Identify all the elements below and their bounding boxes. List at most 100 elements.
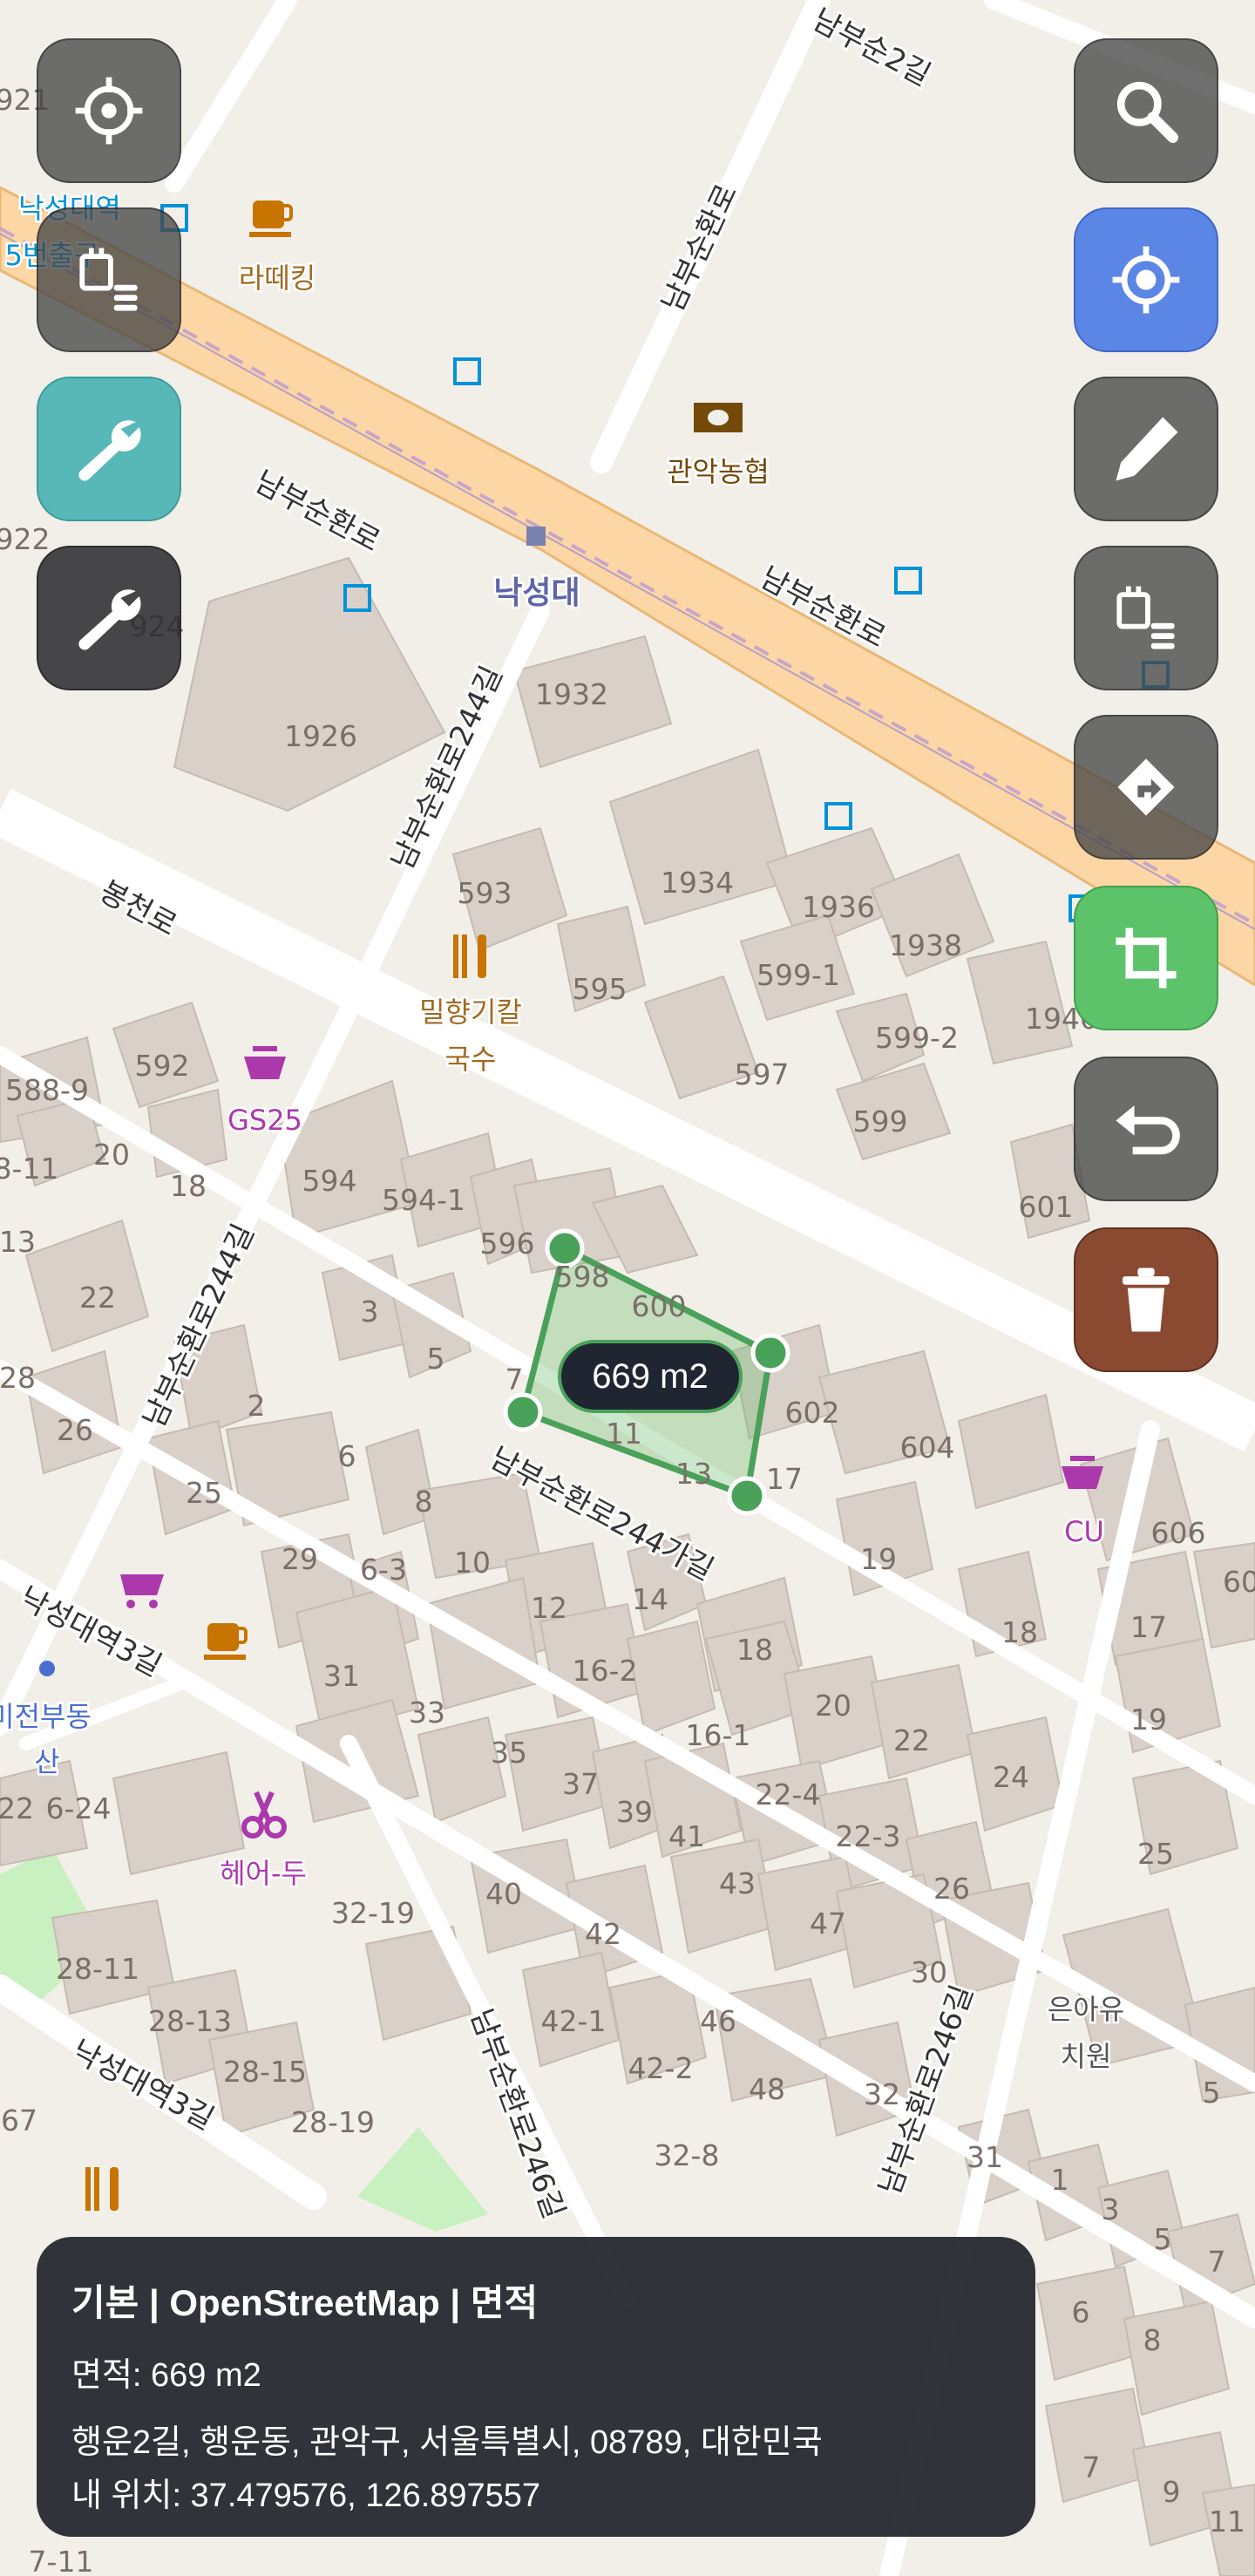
poi-label: GS25 bbox=[227, 1104, 302, 1137]
svg-text:67: 67 bbox=[1, 2104, 37, 2138]
svg-text:42-2: 42-2 bbox=[628, 2051, 694, 2085]
svg-text:5: 5 bbox=[427, 1342, 445, 1376]
svg-text:16-1: 16-1 bbox=[686, 1718, 751, 1752]
poi-label: 국수 bbox=[445, 1043, 497, 1076]
svg-text:1934: 1934 bbox=[661, 866, 734, 900]
svg-text:594-1: 594-1 bbox=[382, 1183, 465, 1217]
wrench-icon bbox=[78, 420, 141, 481]
svg-text:19: 19 bbox=[860, 1542, 897, 1576]
svg-text:22: 22 bbox=[0, 1791, 34, 1825]
svg-text:18: 18 bbox=[1001, 1615, 1038, 1649]
location-text: 내 위치: 37.479576, 126.897557 bbox=[71, 2477, 541, 2514]
svg-text:33: 33 bbox=[409, 1696, 445, 1730]
svg-text:1938: 1938 bbox=[889, 928, 962, 962]
svg-text:32-19: 32-19 bbox=[331, 1896, 415, 1930]
svg-text:20: 20 bbox=[93, 1138, 130, 1172]
svg-text:28: 28 bbox=[0, 1361, 36, 1395]
svg-text:2: 2 bbox=[248, 1389, 266, 1423]
svg-text:5: 5 bbox=[1203, 2076, 1221, 2110]
poi-label: 은아유 bbox=[1048, 1993, 1124, 2026]
svg-text:8-11: 8-11 bbox=[0, 1152, 58, 1186]
svg-text:606: 606 bbox=[1151, 1516, 1206, 1550]
svg-text:24: 24 bbox=[993, 1760, 1029, 1794]
poi-label: 헤어-두 bbox=[220, 1857, 307, 1890]
search-icon bbox=[1116, 81, 1178, 143]
svg-text:37: 37 bbox=[562, 1767, 599, 1801]
svg-text:48: 48 bbox=[749, 2072, 785, 2106]
measure-vertex[interactable] bbox=[727, 1476, 767, 1516]
map-canvas[interactable]: 남부순환로 남부순환로 봉천로 남부순환로244길 남부순환로244길 남부순환… bbox=[0, 0, 1255, 2576]
svg-text:604: 604 bbox=[900, 1431, 955, 1465]
address-text: 행운2길, 행운동, 관악구, 서울특별시, 08789, 대한민국 bbox=[71, 2424, 823, 2461]
directions-button[interactable] bbox=[1074, 715, 1218, 860]
layers-icon bbox=[1116, 586, 1175, 649]
info-title: 기본 | OpenStreetMap | 면적 bbox=[71, 2282, 539, 2323]
svg-text:588-9: 588-9 bbox=[5, 1073, 89, 1107]
svg-text:10: 10 bbox=[454, 1546, 491, 1580]
svg-text:1: 1 bbox=[1051, 2163, 1069, 2197]
trash-icon bbox=[1123, 1268, 1170, 1332]
svg-text:26: 26 bbox=[933, 1872, 970, 1906]
svg-text:28-13: 28-13 bbox=[148, 2004, 232, 2038]
wrench-icon bbox=[78, 589, 141, 650]
svg-text:30: 30 bbox=[911, 1955, 947, 1989]
svg-text:593: 593 bbox=[458, 876, 512, 910]
svg-text:7: 7 bbox=[505, 1363, 524, 1397]
direction-icon bbox=[1117, 758, 1175, 816]
svg-text:6: 6 bbox=[1072, 2295, 1090, 2329]
svg-text:595: 595 bbox=[573, 972, 628, 1006]
gps-icon bbox=[1112, 246, 1180, 314]
layers-button[interactable] bbox=[1074, 546, 1218, 690]
poi-label: CU bbox=[1064, 1515, 1104, 1548]
my-location-button[interactable] bbox=[1074, 207, 1218, 352]
svg-text:7-11: 7-11 bbox=[29, 2545, 94, 2576]
svg-text:14: 14 bbox=[632, 1582, 668, 1616]
layers-icon bbox=[79, 248, 138, 311]
svg-text:7: 7 bbox=[1208, 2245, 1226, 2279]
svg-text:16-2: 16-2 bbox=[573, 1654, 638, 1688]
svg-text:32-8: 32-8 bbox=[655, 2138, 720, 2172]
crosshair-button[interactable] bbox=[37, 38, 181, 183]
svg-text:1932: 1932 bbox=[535, 677, 608, 711]
settings-tools-button[interactable] bbox=[37, 546, 181, 690]
poi-label: 낙성대 bbox=[493, 575, 580, 611]
svg-text:40: 40 bbox=[485, 1877, 522, 1911]
tools-button[interactable] bbox=[37, 377, 181, 521]
svg-text:31: 31 bbox=[967, 2140, 1003, 2174]
svg-text:32: 32 bbox=[864, 2077, 900, 2111]
svg-text:11: 11 bbox=[1209, 2505, 1245, 2539]
svg-text:20: 20 bbox=[815, 1689, 851, 1723]
undo-button[interactable] bbox=[1074, 1057, 1218, 1201]
svg-text:28-19: 28-19 bbox=[291, 2105, 375, 2139]
crop-button[interactable] bbox=[1074, 886, 1218, 1030]
svg-text:596: 596 bbox=[480, 1227, 535, 1261]
svg-text:18: 18 bbox=[736, 1633, 773, 1667]
svg-text:6-24: 6-24 bbox=[46, 1791, 112, 1825]
svg-text:35: 35 bbox=[491, 1736, 527, 1770]
svg-text:25: 25 bbox=[1137, 1837, 1174, 1871]
svg-text:17: 17 bbox=[766, 1462, 803, 1496]
poi-label: 치원 bbox=[1061, 2040, 1112, 2073]
svg-text:22-3: 22-3 bbox=[836, 1819, 901, 1853]
station-icon bbox=[526, 527, 546, 546]
svg-text:46: 46 bbox=[700, 2004, 736, 2038]
svg-text:25: 25 bbox=[186, 1476, 222, 1510]
layers-button[interactable] bbox=[37, 207, 181, 352]
search-button[interactable] bbox=[1074, 38, 1218, 183]
measure-vertex[interactable] bbox=[503, 1392, 543, 1432]
measure-vertex[interactable] bbox=[750, 1333, 790, 1373]
svg-text:598: 598 bbox=[555, 1260, 610, 1294]
svg-text:600: 600 bbox=[632, 1289, 687, 1323]
svg-text:22-4: 22-4 bbox=[756, 1777, 821, 1811]
svg-text:42: 42 bbox=[585, 1917, 621, 1951]
poi-label: 산 bbox=[34, 1745, 59, 1778]
svg-text:594: 594 bbox=[302, 1164, 357, 1198]
svg-text:1926: 1926 bbox=[284, 719, 357, 753]
svg-text:28-11: 28-11 bbox=[56, 1952, 139, 1986]
delete-button[interactable] bbox=[1074, 1227, 1218, 1372]
svg-text:9: 9 bbox=[1163, 2475, 1181, 2509]
edit-button[interactable] bbox=[1074, 377, 1218, 521]
svg-text:6-3: 6-3 bbox=[360, 1553, 407, 1587]
svg-text:11: 11 bbox=[606, 1417, 642, 1451]
poi-label: 미전부동 bbox=[0, 1700, 92, 1733]
